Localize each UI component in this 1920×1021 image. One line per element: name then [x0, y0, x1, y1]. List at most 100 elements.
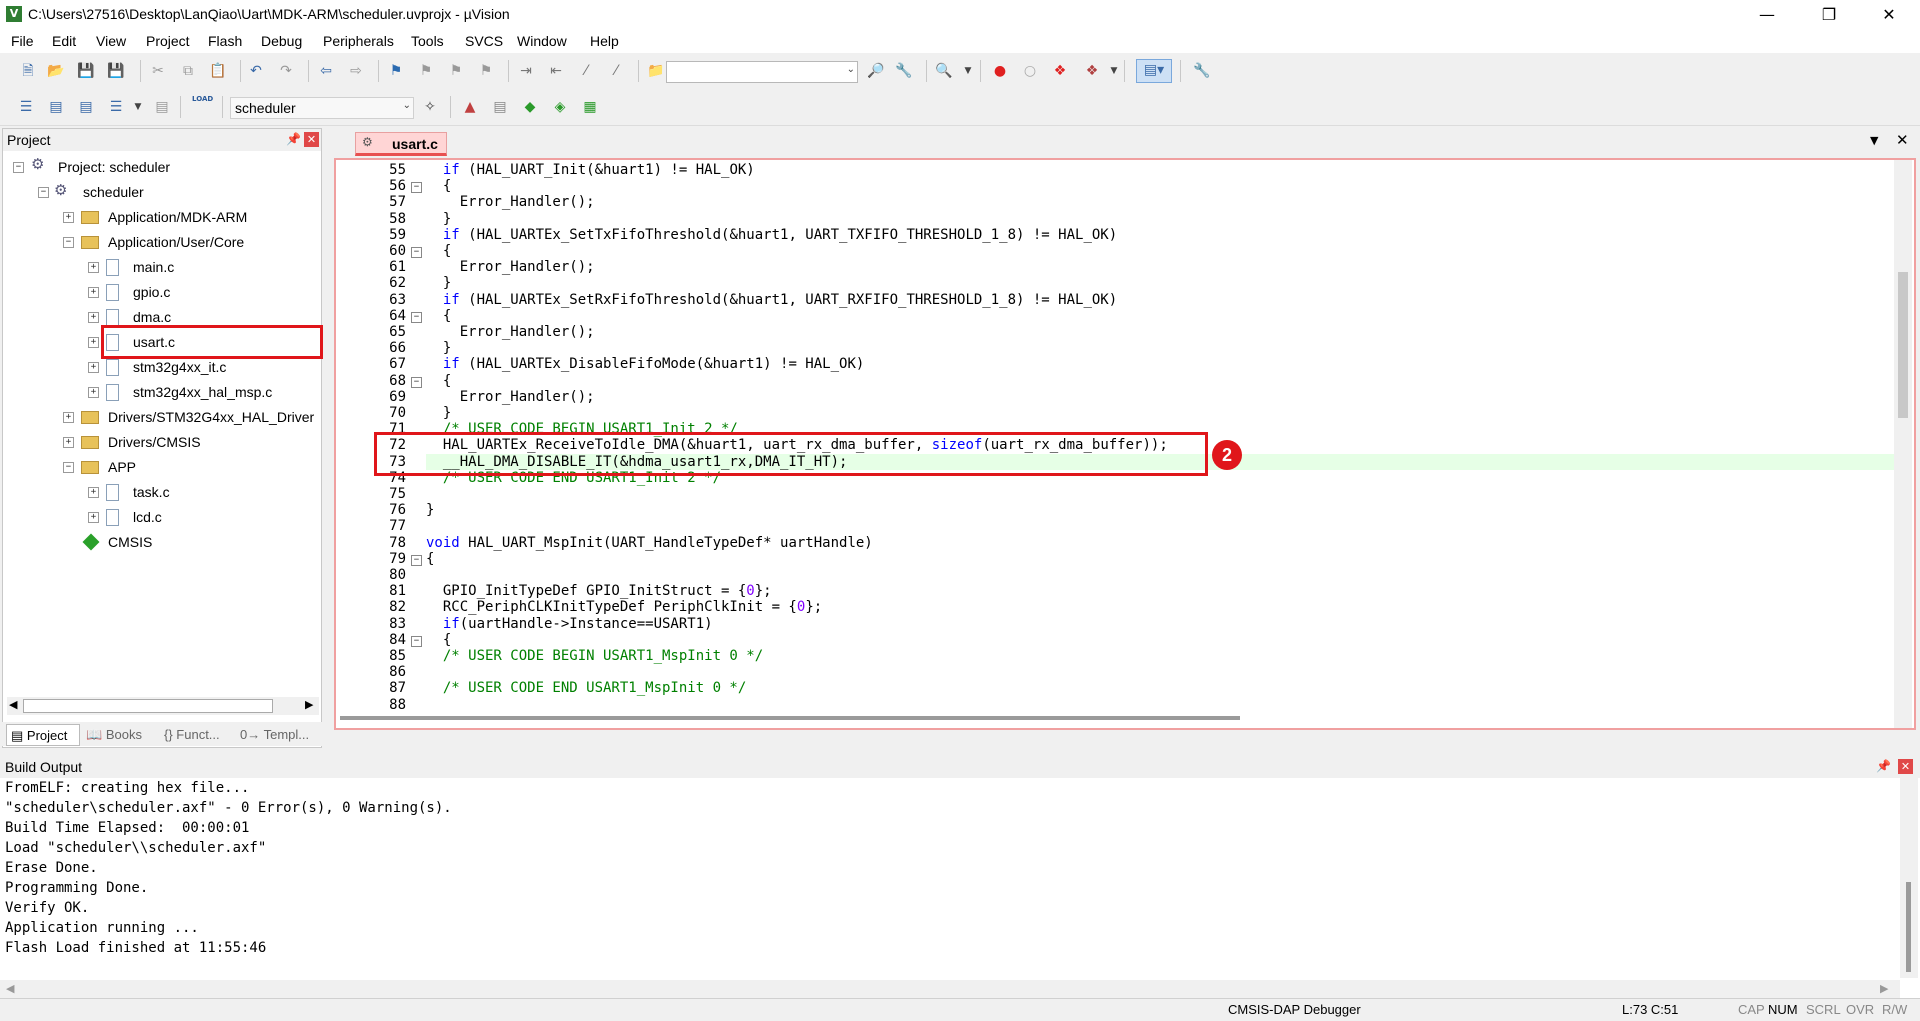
scroll-thumb[interactable] — [1898, 272, 1908, 418]
new-file-icon[interactable]: 🗎 — [18, 61, 38, 81]
menu-flash[interactable]: Flash — [208, 33, 242, 49]
translate-icon[interactable]: ☰ — [16, 97, 36, 117]
tab-project[interactable]: ▤ Project — [6, 724, 80, 746]
scroll-thumb[interactable] — [1906, 882, 1911, 972]
tree-item-target[interactable]: − ⚙ scheduler — [3, 181, 319, 203]
unindent-icon[interactable]: ⇤ — [546, 61, 566, 81]
fold-collapse-icon[interactable]: − — [411, 311, 422, 323]
fold-collapse-icon[interactable]: − — [411, 635, 422, 647]
indent-icon[interactable]: ⇥ — [516, 61, 536, 81]
expand-icon[interactable]: + — [88, 512, 99, 523]
tree-item-file[interactable]: + main.c — [3, 256, 319, 278]
find-in-files-icon[interactable]: 📁 — [646, 61, 666, 81]
manage-project-icon[interactable]: ▤ — [490, 97, 510, 117]
navigate-back-icon[interactable]: ⇦ — [316, 61, 336, 81]
output-hscrollbar[interactable]: ◀ ▶ — [0, 980, 1900, 998]
expand-icon[interactable]: + — [63, 212, 74, 223]
tab-list-icon[interactable]: ▼ — [1870, 134, 1878, 147]
cut-icon[interactable]: ✂ — [148, 61, 168, 81]
tree-item-group[interactable]: + Application/MDK-ARM — [3, 206, 319, 228]
save-all-icon[interactable]: 💾 — [106, 61, 126, 81]
chevron-down-icon[interactable]: ▼ — [958, 61, 978, 81]
debug-session-icon[interactable]: 🔍 — [934, 61, 954, 81]
bookmark-icon[interactable]: ⚑ — [386, 61, 406, 81]
manage-run-time-environment-icon[interactable]: ◆ — [520, 97, 540, 117]
scroll-right-icon[interactable]: ▶ — [1880, 982, 1888, 995]
copy-icon[interactable]: ⧉ — [178, 61, 198, 81]
collapse-icon[interactable]: − — [13, 162, 24, 173]
pack-installer-icon[interactable]: ▦ — [580, 97, 600, 117]
enable-breakpoint-icon[interactable]: ○ — [1020, 61, 1040, 81]
fold-collapse-icon[interactable]: − — [411, 247, 422, 258]
tree-item-file[interactable]: + gpio.c — [3, 281, 319, 303]
tree-item-project[interactable]: − ⚙ Project: scheduler — [3, 155, 319, 178]
configure-icon[interactable]: 🔧 — [1192, 61, 1212, 81]
comment-icon[interactable]: ⁄ — [576, 61, 596, 81]
tree-item-file[interactable]: + task.c — [3, 481, 319, 503]
menu-edit[interactable]: Edit — [52, 33, 76, 49]
expand-icon[interactable]: + — [88, 487, 99, 498]
output-vscrollbar[interactable] — [1900, 778, 1918, 978]
clear-bookmarks-icon[interactable]: ⚑ — [476, 61, 496, 81]
expand-icon[interactable]: + — [88, 312, 99, 323]
undo-icon[interactable]: ↶ — [246, 61, 266, 81]
close-pane-icon[interactable]: ✕ — [1898, 759, 1913, 774]
restore-icon[interactable]: ❐ — [1806, 0, 1852, 29]
scroll-right-icon[interactable]: ▶ — [305, 698, 313, 711]
chevron-down-icon[interactable]: ▼ — [1104, 61, 1124, 81]
menu-project[interactable]: Project — [146, 33, 190, 49]
chevron-down-icon[interactable]: ▼ — [128, 97, 148, 117]
stop-build-icon[interactable]: ▤ — [152, 97, 172, 117]
scroll-thumb[interactable] — [23, 699, 273, 713]
menu-debug[interactable]: Debug — [261, 33, 302, 49]
rebuild-icon[interactable]: ▤ — [76, 97, 96, 117]
collapse-icon[interactable]: − — [63, 237, 74, 248]
minimize-icon[interactable]: — — [1744, 0, 1790, 29]
collapse-icon[interactable]: − — [38, 187, 49, 198]
tree-item-group[interactable]: + Drivers/CMSIS — [3, 431, 319, 453]
expand-icon[interactable]: + — [63, 412, 74, 423]
next-bookmark-icon[interactable]: ⚑ — [446, 61, 466, 81]
expand-icon[interactable]: + — [88, 362, 99, 373]
window-layout-icon[interactable]: ▤▾ — [1136, 59, 1172, 83]
tab-usart-c[interactable]: ⚙ usart.c — [355, 132, 447, 156]
select-software-packs-icon[interactable]: ◈ — [550, 97, 570, 117]
expand-icon[interactable]: + — [63, 437, 74, 448]
scroll-thumb[interactable] — [340, 716, 1240, 720]
close-pane-icon[interactable]: ✕ — [304, 132, 319, 147]
tree-item-cmsis[interactable]: CMSIS — [3, 531, 319, 553]
fold-collapse-icon[interactable]: − — [411, 376, 422, 388]
fold-collapse-icon[interactable]: − — [411, 182, 422, 194]
menu-window[interactable]: Window — [517, 33, 567, 49]
collapse-icon[interactable]: − — [63, 462, 74, 473]
editor-hscrollbar[interactable] — [336, 710, 1892, 728]
find-combo[interactable]: ⌄ — [666, 61, 858, 83]
expand-icon[interactable]: + — [88, 287, 99, 298]
tree-item-file[interactable]: + stm32g4xx_hal_msp.c — [3, 381, 319, 403]
scroll-left-icon[interactable]: ◀ — [9, 698, 17, 711]
menu-tools[interactable]: Tools — [411, 33, 444, 49]
tree-item-group[interactable]: + Drivers/STM32G4xx_HAL_Driver — [3, 406, 319, 428]
menu-svcs[interactable]: SVCS — [465, 33, 503, 49]
expand-icon[interactable]: + — [88, 387, 99, 398]
close-tab-icon[interactable]: ✕ — [1896, 131, 1909, 149]
find-icon[interactable]: 🔎 — [866, 61, 886, 81]
close-window-icon[interactable]: ✕ — [1866, 0, 1912, 29]
tree-item-file[interactable]: + stm32g4xx_it.c — [3, 356, 319, 378]
open-file-icon[interactable]: 📂 — [46, 61, 66, 81]
fold-collapse-icon[interactable]: − — [411, 554, 422, 566]
download-load-icon[interactable]: LOAD — [192, 95, 213, 115]
insert-breakpoint-icon[interactable]: ● — [990, 61, 1010, 81]
file-extensions-icon[interactable]: ▲ — [460, 97, 480, 117]
pin-icon[interactable]: 📌 — [1876, 759, 1891, 773]
disable-breakpoints-icon[interactable]: ❖ — [1050, 61, 1070, 81]
editor-vscrollbar[interactable] — [1894, 160, 1912, 728]
paste-icon[interactable]: 📋 — [208, 61, 228, 81]
tree-item-group[interactable]: − Application/User/Core — [3, 231, 319, 253]
build-icon[interactable]: ▤ — [46, 97, 66, 117]
menu-view[interactable]: View — [96, 33, 126, 49]
tab-books[interactable]: 📖 Books — [86, 724, 142, 746]
tree-item-group[interactable]: − APP — [3, 456, 319, 478]
save-icon[interactable]: 💾 — [76, 61, 96, 81]
tab-functions[interactable]: {} Funct... — [164, 724, 220, 746]
